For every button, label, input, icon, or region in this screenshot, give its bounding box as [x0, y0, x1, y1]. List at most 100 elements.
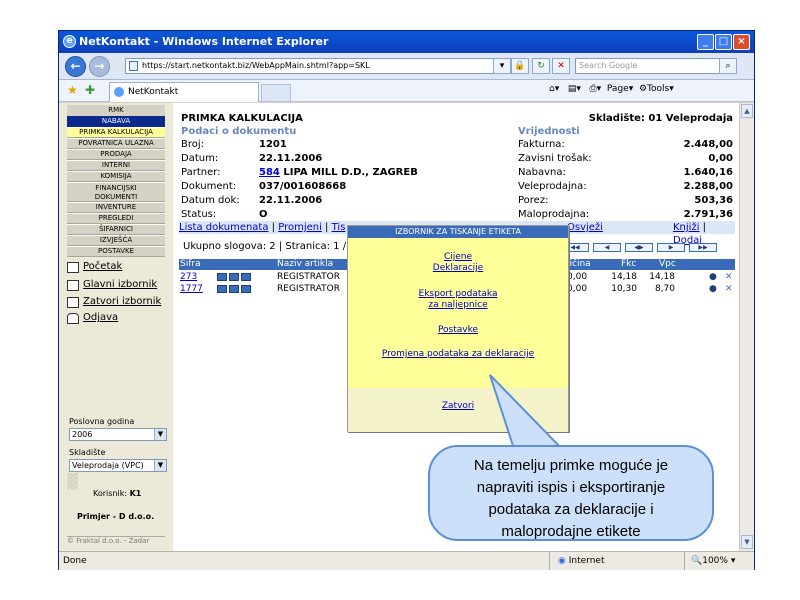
forward-button[interactable]: → [89, 56, 110, 77]
maximize-button[interactable]: □ [715, 34, 732, 50]
link-knjizi[interactable]: Knjiži [673, 222, 699, 233]
col-sifra[interactable]: Šifra [180, 259, 201, 270]
link-pocetak[interactable]: Početak [67, 260, 122, 274]
sidebar-item-povratnica[interactable]: POVRATNICA ULAZNA [67, 138, 165, 149]
print-icon[interactable]: ⎙▾ [589, 84, 601, 94]
col-fkc[interactable]: Fkc [621, 259, 636, 270]
sidebar-item-interni[interactable]: INTERNI [67, 160, 165, 171]
field-label: Dokument: [181, 181, 237, 192]
partner-link[interactable]: 584 [259, 167, 280, 178]
link-promjeni[interactable]: Promjeni [278, 222, 322, 233]
link-tiskaj[interactable]: Tis [332, 222, 346, 233]
row-select-icon[interactable]: ● [709, 271, 717, 283]
add-icon [217, 272, 227, 281]
row-select-icon[interactable]: ● [709, 283, 717, 295]
prev-page-button[interactable]: ◀ [593, 243, 621, 252]
sidebar-item-postavke[interactable]: POSTAVKE [67, 246, 165, 257]
tab-ie-icon [114, 87, 124, 97]
stop-icon[interactable]: ✕ [552, 58, 570, 74]
watermark-logo: ▓ [67, 474, 78, 490]
home-icon [67, 262, 79, 273]
add-favorite-icon[interactable]: ✚ [85, 83, 95, 97]
col-kolicina[interactable]: ličina [567, 259, 591, 270]
field-datum: 22.11.2006 [259, 153, 323, 164]
search-icon[interactable]: ⌕ [719, 58, 737, 74]
row-action-icons[interactable] [217, 271, 253, 283]
row-code-link[interactable]: 273 [180, 271, 197, 283]
sidebar-item-inventure[interactable]: INVENTURE [67, 202, 165, 213]
year-select[interactable]: 2006 ▼ [69, 428, 167, 441]
page-menu[interactable]: Page▾ [607, 84, 633, 94]
sidebar-item-primka[interactable]: PRIMKA KALKULACIJA [67, 127, 165, 138]
callout-line: maloprodajne etikete [501, 523, 641, 540]
zoom-control[interactable]: 🔍100% ▾ [684, 552, 735, 570]
link-lista-dokumenata[interactable]: Lista dokumenata [179, 222, 268, 233]
sidebar-item-sifarnici[interactable]: ŠIFARNICI [67, 224, 165, 235]
url-dropdown-icon[interactable]: ▾ [493, 58, 511, 74]
row-code-link[interactable]: 1777 [180, 283, 203, 295]
scroll-up-icon[interactable]: ▲ [741, 104, 753, 118]
refresh-icon[interactable]: ↻ [532, 58, 550, 74]
paging-info: Ukupno slogova: 2 | Stranica: 1 / [183, 241, 347, 252]
link-postavke[interactable]: Postavke [348, 325, 568, 336]
page-switch-button[interactable]: ◀▶ [625, 243, 653, 252]
address-bar: ← → https://start.netkontakt.biz/WebAppM… [59, 53, 754, 80]
page-icon [129, 61, 138, 71]
tools-menu[interactable]: ⚙Tools▾ [639, 84, 674, 94]
field-status: O [259, 209, 268, 220]
folder-icon [241, 272, 251, 281]
field-broj: 1201 [259, 139, 287, 150]
minimize-button[interactable]: _ [697, 34, 714, 50]
link-eksport-podataka[interactable]: Eksport podataka za naljepnice [348, 289, 568, 311]
sidebar-item-pregledi[interactable]: PREGLEDI [67, 213, 165, 224]
value-label: Zavisni trošak: [518, 153, 592, 164]
field-dokument: 037/001608668 [259, 181, 347, 192]
row-vpc: 14,18 [649, 272, 675, 282]
link-cijene-deklaracije[interactable]: Cijene Deklaracije [348, 252, 568, 274]
sidebar-item-komisija[interactable]: KOMISIJA [67, 171, 165, 182]
lock-icon[interactable]: 🔒 [511, 58, 529, 74]
value-label: Nabavna: [518, 167, 566, 178]
home-icon[interactable]: ⌂▾ [549, 84, 559, 94]
sidebar-item-izvjesca[interactable]: IZVJEŠĆA [67, 235, 165, 246]
vertical-scrollbar[interactable]: ▲ ▼ [739, 103, 754, 551]
link-osvjezi[interactable]: Osvježi [567, 221, 603, 234]
user-info: Korisnik: K1 [93, 489, 142, 498]
field-datum-dok: 22.11.2006 [259, 195, 323, 206]
row-delete-icon[interactable]: ✕ [725, 283, 733, 295]
back-button[interactable]: ← [65, 56, 86, 77]
callout-line: Na temelju primke moguće je [473, 457, 669, 474]
link-promjena-deklaracije[interactable]: Promjena podataka za deklaracije [348, 349, 568, 360]
sidebar-item-prodaja[interactable]: PRODAJA [67, 149, 165, 160]
link-zatvori-izbornik[interactable]: Zatvori izbornik [67, 295, 161, 309]
value-label: Maloprodajna: [518, 209, 590, 220]
row-qty: 0,00 [567, 272, 588, 282]
value-veleprodajna: 2.288,00 [683, 181, 733, 192]
year-label: Poslovna godina [69, 417, 135, 426]
value-nabavna: 1.640,16 [683, 167, 733, 178]
search-input[interactable]: Search Google [575, 58, 735, 74]
last-page-button[interactable]: ▶▶ [689, 243, 717, 252]
row-delete-icon[interactable]: ✕ [725, 271, 733, 283]
col-vpc[interactable]: Vpc [659, 259, 676, 270]
command-bar: ⌂▾ ▤▾ ⎙▾ Page▾ ⚙Tools▾ [549, 84, 674, 94]
url-input[interactable]: https://start.netkontakt.biz/WebAppMain.… [125, 58, 505, 74]
title-bar: e NetKontakt - Windows Internet Explorer… [59, 31, 754, 53]
favorites-star-icon[interactable]: ★ [67, 83, 78, 97]
link-odjava[interactable]: Odjava [67, 311, 118, 325]
next-page-button[interactable]: ▶ [657, 243, 685, 252]
link-glavni-izbornik[interactable]: Glavni izbornik [67, 278, 157, 292]
tab-netkontakt[interactable]: NetKontakt [109, 82, 259, 102]
status-bar: Done ◉ Internet 🔍100% ▾ [59, 551, 754, 570]
sidebar-item-financijski[interactable]: FINANCIJSKI DOKUMENTI [67, 182, 165, 202]
menu-icon [67, 280, 79, 291]
value-zavisni: 0,00 [708, 153, 733, 164]
field-label: Broj: [181, 139, 205, 150]
warehouse-select[interactable]: Veleprodaja (VPC) ▼ [69, 459, 167, 472]
close-button[interactable]: × [733, 34, 750, 50]
scroll-down-icon[interactable]: ▼ [741, 535, 753, 549]
new-tab-button[interactable] [261, 84, 291, 101]
col-naziv[interactable]: Naziv artikla [277, 259, 333, 270]
feeds-icon[interactable]: ▤▾ [568, 84, 581, 94]
row-action-icons[interactable] [217, 283, 253, 295]
